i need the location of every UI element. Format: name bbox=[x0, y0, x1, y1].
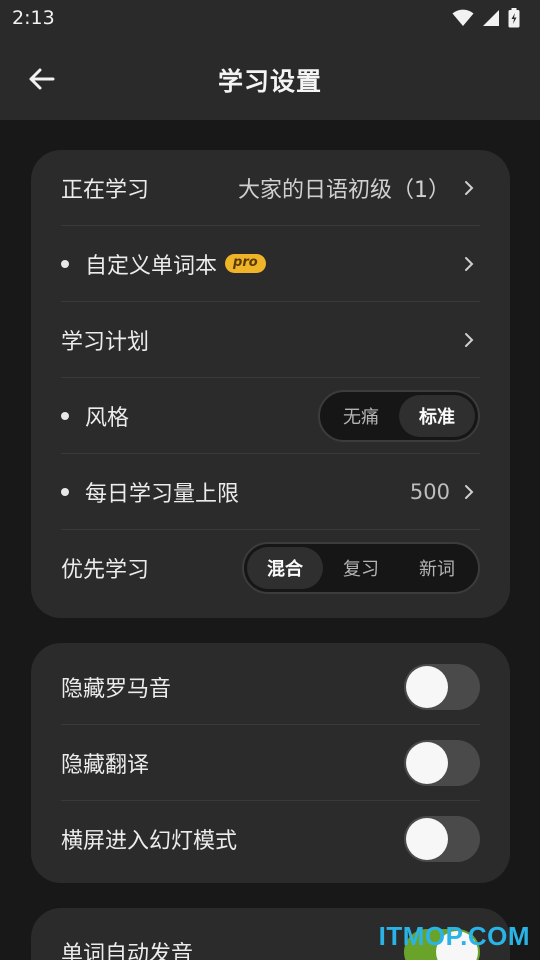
hide-romaji-right bbox=[404, 649, 480, 724]
daily-limit-label: 每日学习量上限 bbox=[85, 481, 240, 507]
toggle-knob bbox=[406, 741, 448, 784]
status-icons bbox=[452, 8, 520, 28]
style-option-standard[interactable]: 标准 bbox=[399, 394, 475, 437]
landscape-slides-right bbox=[404, 801, 480, 877]
custom-wordbook-right bbox=[458, 226, 480, 301]
priority-label: 优先学习 bbox=[61, 558, 150, 583]
watermark: ITMOP.COM bbox=[378, 921, 530, 951]
status-time: 2:13 bbox=[12, 7, 55, 29]
daily-limit-right: 500 bbox=[410, 454, 480, 529]
landscape-slides-toggle[interactable] bbox=[404, 816, 480, 862]
page-title: 学习设置 bbox=[217, 67, 322, 96]
hide-romaji-toggle[interactable] bbox=[404, 663, 480, 710]
study-plan-right bbox=[458, 302, 480, 377]
landscape-slides-label: 横屏进入幻灯模式 bbox=[61, 829, 238, 854]
priority-right: 混合 复习 新词 bbox=[242, 530, 480, 606]
custom-wordbook-row[interactable]: 自定义单词本 pro bbox=[61, 226, 480, 302]
studying-right: 大家的日语初级（1） bbox=[238, 150, 480, 225]
studying-row[interactable]: 正在学习 大家的日语初级（1） bbox=[61, 150, 480, 226]
landscape-slides-row: 横屏进入幻灯模式 bbox=[61, 801, 480, 877]
style-row: 风格 无痛 标准 bbox=[61, 378, 480, 454]
signal-icon bbox=[483, 10, 499, 26]
bullet-icon bbox=[61, 259, 69, 268]
priority-segmented-control: 混合 复习 新词 bbox=[242, 542, 480, 594]
hide-translation-right bbox=[404, 725, 480, 800]
daily-limit-row[interactable]: 每日学习量上限 500 bbox=[61, 454, 480, 530]
app-bar: 学习设置 bbox=[0, 36, 540, 120]
studying-value: 大家的日语初级（1） bbox=[238, 177, 450, 203]
priority-row: 优先学习 混合 复习 新词 bbox=[61, 530, 480, 606]
studying-label: 正在学习 bbox=[61, 177, 150, 203]
toggle-knob bbox=[406, 665, 448, 708]
daily-limit-value: 500 bbox=[409, 479, 450, 504]
toggle-knob bbox=[406, 818, 448, 860]
bullet-icon bbox=[61, 411, 69, 420]
hide-translation-row: 隐藏翻译 bbox=[61, 725, 480, 801]
style-option-painless[interactable]: 无痛 bbox=[323, 395, 399, 437]
learning-settings-card: 正在学习 大家的日语初级（1） 自定义单词本 pro 学习计划 风格 无痛 标准… bbox=[31, 150, 510, 618]
wifi-icon bbox=[452, 9, 474, 26]
priority-option-mixed[interactable]: 混合 bbox=[247, 547, 323, 589]
pro-badge: pro bbox=[225, 254, 266, 273]
priority-option-review[interactable]: 复习 bbox=[323, 547, 399, 589]
hide-romaji-row: 隐藏罗马音 bbox=[61, 649, 480, 725]
status-bar: 2:13 bbox=[0, 0, 540, 36]
chevron-right-icon bbox=[458, 481, 480, 503]
chevron-right-icon bbox=[458, 177, 480, 199]
hide-romaji-label: 隐藏罗马音 bbox=[61, 676, 172, 702]
style-label: 风格 bbox=[85, 405, 130, 431]
study-plan-label: 学习计划 bbox=[61, 329, 150, 355]
style-segmented-control: 无痛 标准 bbox=[318, 389, 480, 442]
study-plan-row[interactable]: 学习计划 bbox=[61, 302, 480, 378]
chevron-right-icon bbox=[458, 329, 480, 351]
custom-wordbook-label: 自定义单词本 bbox=[85, 253, 218, 279]
hide-translation-label: 隐藏翻译 bbox=[61, 752, 150, 778]
priority-option-new-words[interactable]: 新词 bbox=[399, 547, 475, 589]
battery-charging-icon bbox=[508, 8, 520, 28]
hide-translation-toggle[interactable] bbox=[404, 739, 480, 786]
display-settings-card: 隐藏罗马音 隐藏翻译 横屏进入幻灯模式 bbox=[31, 643, 510, 883]
auto-pronounce-label: 单词自动发音 bbox=[61, 942, 194, 960]
chevron-right-icon bbox=[458, 253, 480, 275]
bullet-icon bbox=[61, 487, 69, 496]
style-right: 无痛 标准 bbox=[318, 378, 480, 453]
